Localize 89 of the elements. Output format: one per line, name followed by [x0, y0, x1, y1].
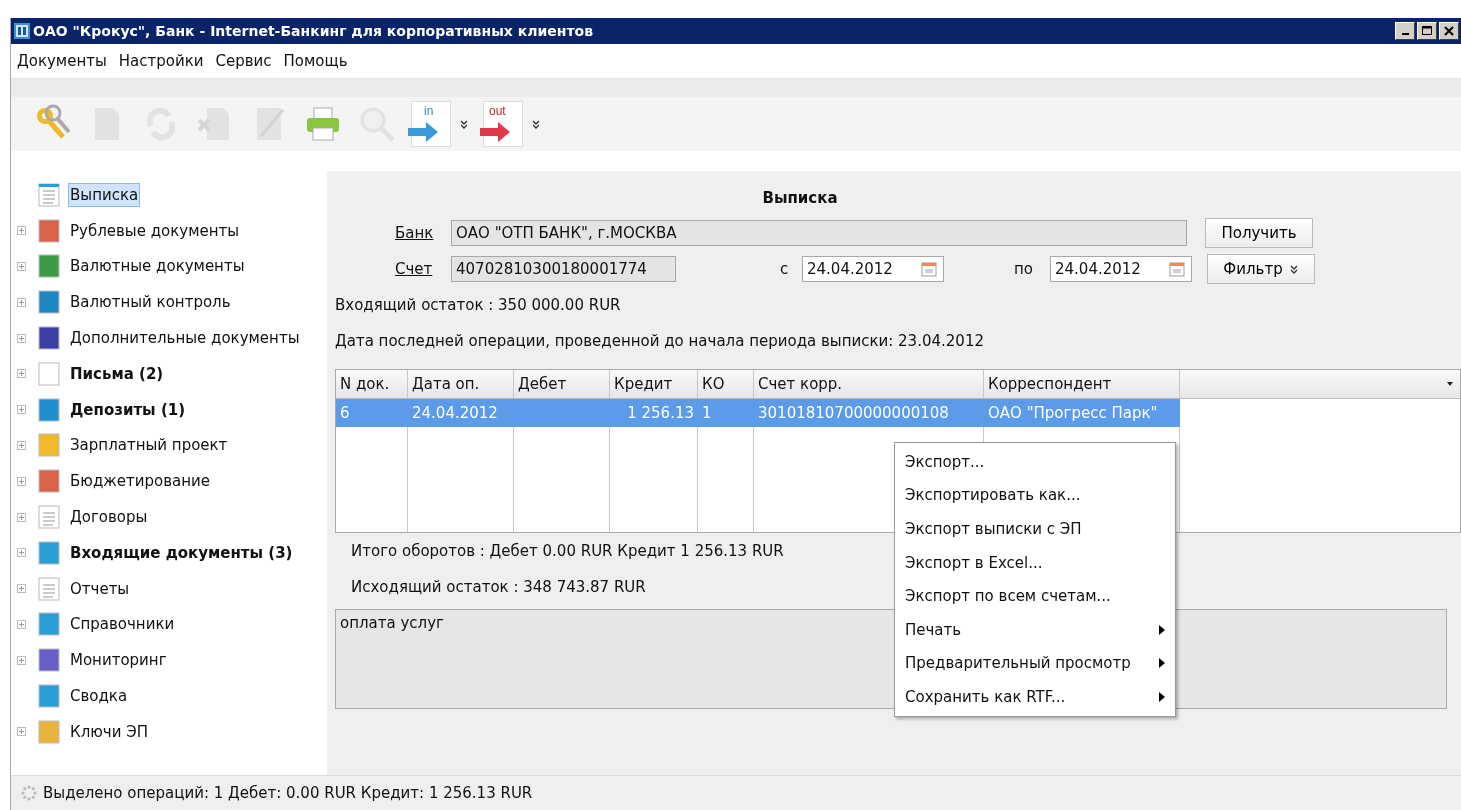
tree-item[interactable]: Выписка: [68, 182, 141, 207]
context-menu-item[interactable]: Печать: [895, 612, 1175, 647]
tree-item[interactable]: Депозиты (1): [68, 397, 188, 422]
expand-icon[interactable]: [17, 297, 26, 307]
menu-item[interactable]: Сервис: [215, 52, 272, 70]
expand-icon[interactable]: [17, 727, 26, 737]
status-text: Выделено операций: 1 Дебет: 0.00 RUR Кредит: 1 256.13 RUR: [43, 784, 533, 802]
column-header[interactable]: Счет корр.: [754, 370, 984, 398]
account-link[interactable]: Счет: [395, 260, 451, 278]
tree-item[interactable]: Справочники: [68, 612, 177, 637]
column-header[interactable]: Корреспондент: [984, 370, 1180, 398]
to-date-field[interactable]: 24.04.2012: [1050, 256, 1192, 282]
from-label: с: [780, 260, 790, 278]
table-cell-text: 1: [701, 403, 713, 424]
import-button[interactable]: in: [411, 101, 469, 147]
minimize-icon: [1401, 33, 1409, 35]
calendar-icon[interactable]: [921, 261, 937, 277]
expand-icon[interactable]: [17, 262, 26, 271]
tree-item[interactable]: Ключи ЭП: [68, 719, 150, 744]
minimize-button[interactable]: [1395, 22, 1415, 40]
context-menu-item[interactable]: Экспорт выписки с ЭП: [895, 512, 1175, 546]
column-header[interactable]: Дебет: [514, 370, 610, 398]
bank-link[interactable]: Банк: [395, 224, 451, 242]
tree-item[interactable]: Рублевые документы: [68, 218, 242, 243]
table-cell-text: 24.04.2012: [411, 403, 499, 424]
context-menu-item[interactable]: Экспорт в Excel...: [895, 545, 1175, 580]
last-operation-date: Дата последней операции, проведенной до начала периода выписки: 23.04.2012: [335, 331, 985, 352]
tree-item[interactable]: Валютный контроль: [68, 290, 233, 315]
expand-icon[interactable]: [17, 226, 26, 236]
turnover-totals: Итого оборотов : Дебет 0.00 RUR Кредит 1 256.13 RUR: [351, 541, 784, 562]
column-header[interactable]: КО: [698, 370, 754, 398]
menu-item[interactable]: Настройки: [118, 52, 204, 70]
expand-icon[interactable]: [17, 405, 26, 415]
tree-item[interactable]: Входящие документы (3): [68, 540, 295, 565]
tree-item[interactable]: Зарплатный проект: [68, 433, 230, 458]
statement-icon: [35, 180, 63, 209]
dropdown-arrow-icon[interactable]: [1446, 380, 1454, 388]
filter-button[interactable]: Фильтр: [1207, 254, 1315, 284]
context-menu-item[interactable]: Экспортировать как...: [895, 478, 1175, 513]
expand-icon[interactable]: [17, 440, 26, 450]
expand-icon[interactable]: [17, 548, 26, 558]
context-menu-item[interactable]: Предварительный просмотр: [895, 646, 1175, 681]
statement-title: Выписка: [761, 188, 839, 209]
tree-item[interactable]: Договоры: [68, 505, 150, 530]
expand-icon[interactable]: [17, 369, 26, 379]
expand-icon[interactable]: [17, 333, 26, 343]
column-header[interactable]: N док.: [336, 370, 408, 398]
window-title: ОАО "Крокус", Банк - Internet-Банкинг для корпоративных клиентов: [33, 23, 594, 39]
report-icon: [35, 574, 63, 603]
close-button[interactable]: [1439, 22, 1459, 40]
expand-icon[interactable]: [17, 476, 26, 486]
get-button[interactable]: Получить: [1205, 218, 1313, 248]
export-button[interactable]: out: [483, 101, 541, 147]
from-date-field[interactable]: 24.04.2012: [802, 256, 944, 282]
tree-item[interactable]: Мониторинг: [68, 648, 169, 673]
context-menu-item[interactable]: Экспорт...: [895, 445, 1175, 479]
tree-item[interactable]: Дополнительные документы: [68, 326, 302, 351]
maximize-icon: [1421, 25, 1433, 37]
bank-field[interactable]: ОАО "ОТП БАНК", г.МОСКВА: [451, 220, 1187, 246]
table-cell-text: ОАО "Прогресс Парк": [987, 403, 1159, 424]
tree-item[interactable]: Валютные документы: [68, 254, 247, 279]
table-cell-text: 30101810700000000108: [757, 403, 950, 424]
spinner-icon: [21, 785, 37, 801]
app-logo-icon: [14, 23, 30, 39]
table-cell-text: 1 256.13: [626, 403, 695, 424]
tree-item[interactable]: Отчеты: [68, 576, 132, 601]
calendar-icon[interactable]: [1169, 261, 1185, 277]
table-cell-text: 6: [339, 403, 351, 424]
column-header[interactable]: Дата оп.: [408, 370, 514, 398]
menu-item[interactable]: Документы: [17, 52, 107, 70]
expand-icon[interactable]: [17, 619, 26, 629]
tree-item[interactable]: Письма (2): [68, 361, 166, 386]
column-header[interactable]: Кредит: [610, 370, 698, 398]
tree-item[interactable]: Сводка: [68, 684, 130, 709]
contract-icon: [35, 503, 63, 532]
to-label: по: [1014, 260, 1034, 278]
chevron-down-icon: [1288, 264, 1299, 274]
expand-icon[interactable]: [17, 655, 26, 665]
chevron-down-icon: [459, 119, 469, 129]
chevron-down-icon: [531, 119, 541, 129]
opening-balance: Входящий остаток : 350 000.00 RUR: [335, 295, 622, 316]
account-field[interactable]: 40702810300180001774: [451, 256, 676, 282]
close-icon: [1443, 25, 1455, 37]
closing-balance: Исходящий остаток : 348 743.87 RUR: [351, 577, 646, 598]
expand-icon[interactable]: [17, 584, 26, 594]
expand-icon[interactable]: [17, 512, 26, 522]
tree-item[interactable]: Бюджетирование: [68, 469, 213, 494]
menu-item[interactable]: Помощь: [283, 52, 348, 70]
maximize-button[interactable]: [1417, 22, 1437, 40]
